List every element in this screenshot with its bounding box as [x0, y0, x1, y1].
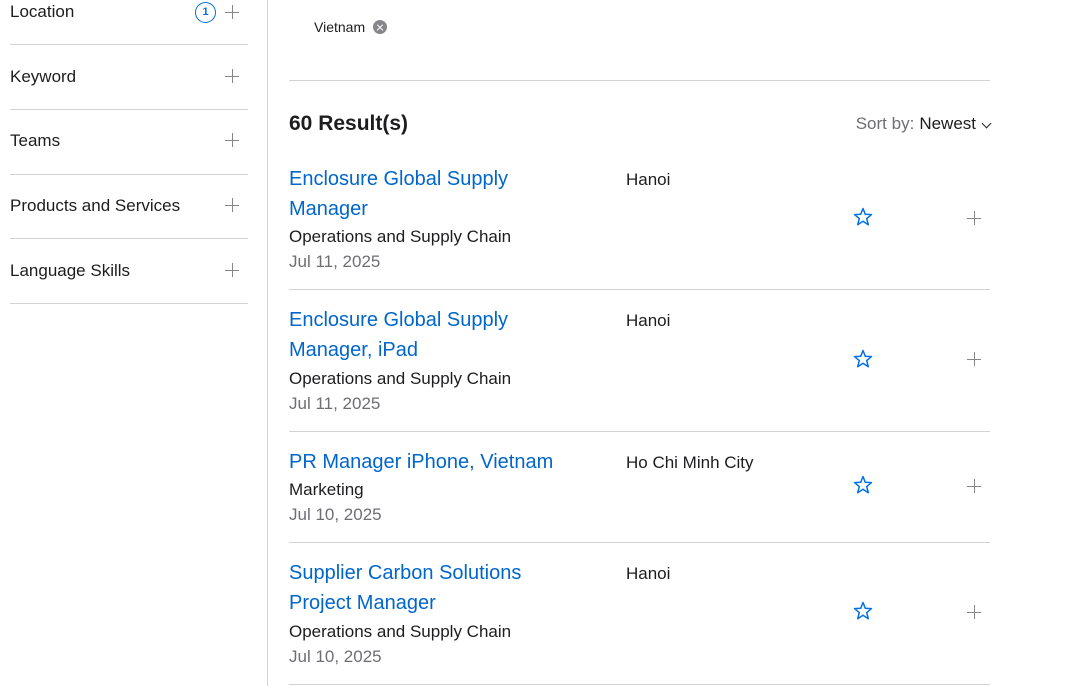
filter-teams[interactable]: Teams — [10, 110, 248, 175]
sort-dropdown[interactable]: Sort by: Newest — [855, 114, 992, 134]
star-outline-icon[interactable] — [852, 206, 874, 228]
chevron-down-icon[interactable] — [981, 118, 992, 128]
plus-icon[interactable] — [225, 69, 239, 83]
star-outline-icon[interactable] — [852, 348, 874, 370]
filter-label: Products and Services — [10, 196, 181, 215]
filter-label: Keyword — [10, 67, 77, 86]
job-date: Jul 11, 2025 — [289, 394, 381, 413]
filter-label: Teams — [10, 131, 61, 150]
job-location: Ho Chi Minh City — [626, 453, 754, 472]
star-outline-icon[interactable] — [852, 474, 874, 496]
results-count: 60 Result(s) — [289, 112, 409, 135]
job-title-link[interactable]: PR Manager iPhone, Vietnam — [289, 447, 579, 477]
sort-label: Sort by: — [855, 114, 915, 133]
job-title-link[interactable]: Enclosure Global Supply Manager — [289, 164, 579, 224]
plus-icon[interactable] — [967, 211, 981, 225]
job-team: Operations and Supply Chain — [289, 227, 512, 246]
job-row: PR Manager iPhone, Vietnam Marketing Jul… — [289, 447, 990, 542]
job-title-link[interactable]: Enclosure Global Supply Manager, iPad — [289, 305, 579, 365]
plus-icon[interactable] — [225, 198, 239, 212]
job-row: Enclosure Global Supply Manager Operatio… — [289, 164, 990, 290]
job-team: Marketing — [289, 480, 364, 499]
job-location: Hanoi — [626, 170, 671, 189]
filter-sidebar: Location 1 Keyword Teams Products and Se… — [0, 0, 268, 686]
job-title-link[interactable]: Supplier Carbon Solutions Project Manage… — [289, 558, 579, 618]
plus-icon[interactable] — [967, 479, 981, 493]
filter-location[interactable]: Location 1 — [10, 0, 248, 45]
job-row: Enclosure Global Supply Manager, iPad Op… — [289, 305, 990, 431]
chip-label: Vietnam — [314, 19, 366, 35]
job-team: Operations and Supply Chain — [289, 369, 512, 388]
plus-icon[interactable] — [225, 133, 239, 147]
divider — [289, 684, 990, 685]
filter-products-services[interactable]: Products and Services — [10, 175, 248, 239]
divider — [289, 431, 990, 432]
job-location: Hanoi — [626, 564, 671, 583]
sort-value[interactable]: Newest — [919, 114, 976, 134]
close-circle-icon[interactable] — [373, 20, 388, 34]
filter-label: Location — [10, 2, 75, 21]
job-date: Jul 10, 2025 — [289, 505, 382, 524]
divider — [289, 80, 990, 81]
plus-icon[interactable] — [225, 263, 239, 277]
divider — [289, 542, 990, 543]
plus-icon[interactable] — [967, 605, 981, 619]
job-date: Jul 11, 2025 — [289, 252, 381, 271]
job-row: Supplier Carbon Solutions Project Manage… — [289, 558, 990, 684]
filter-count-badge: 1 — [195, 2, 216, 23]
star-outline-icon[interactable] — [852, 600, 874, 622]
active-filter-chip: Vietnam — [314, 16, 388, 38]
job-date: Jul 10, 2025 — [289, 647, 382, 666]
filter-keyword[interactable]: Keyword — [10, 45, 248, 110]
plus-icon[interactable] — [225, 5, 239, 19]
job-location: Hanoi — [626, 311, 671, 330]
job-team: Operations and Supply Chain — [289, 622, 512, 641]
plus-icon[interactable] — [967, 352, 981, 366]
filter-language-skills[interactable]: Language Skills — [10, 239, 248, 304]
divider — [289, 289, 990, 290]
filter-label: Language Skills — [10, 261, 131, 280]
